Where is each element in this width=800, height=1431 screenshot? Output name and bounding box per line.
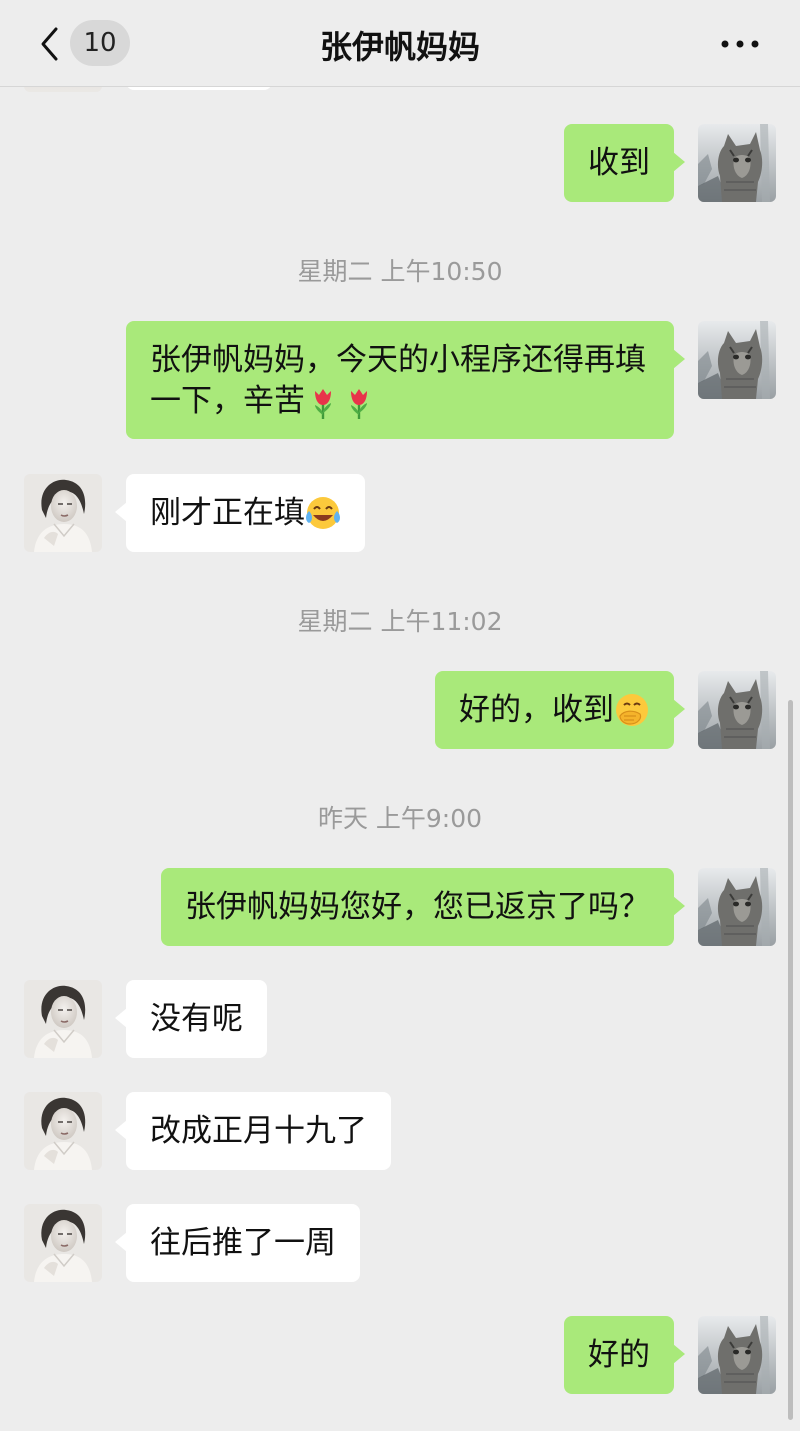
message-text: 刚才正在填: [150, 494, 305, 531]
cat-photo-avatar: [698, 671, 776, 749]
tears-of-joy-emoji: [305, 496, 341, 530]
cat-photo-avatar: [698, 321, 776, 399]
message-text: 往后推了一周: [150, 1224, 336, 1261]
my-message-bubble[interactable]: 好的，收到: [435, 671, 685, 749]
timestamp: 昨天 上午9:00: [317, 804, 483, 833]
message-text: 张伊帆妈妈您好，您已返京了吗？: [185, 888, 650, 925]
message-text: 好的，收到: [459, 691, 614, 728]
chat-scrollbar[interactable]: [788, 700, 793, 1420]
peer-avatar[interactable]: [24, 474, 102, 552]
cat-photo-avatar: [698, 1316, 776, 1394]
woman-portrait-avatar: [24, 1092, 102, 1170]
back-button[interactable]: [30, 24, 70, 64]
chevron-left-icon: [41, 27, 58, 61]
chat-title: 张伊帆妈妈: [319, 28, 480, 66]
more-button[interactable]: [712, 24, 768, 64]
tulip-emoji: [349, 387, 369, 420]
peer-message-bubble[interactable]: 刚才正在填: [115, 474, 365, 552]
chat-header: 10 张伊帆妈妈: [0, 0, 800, 87]
my-message-bubble[interactable]: 张伊帆妈妈，今天的小程序还得再填一下，辛苦: [126, 321, 685, 439]
more-dots-icon: [721, 40, 759, 48]
message-text-block: 张伊帆妈妈，今天的小程序还得再填一下，辛苦: [150, 340, 650, 422]
my-avatar[interactable]: [698, 321, 776, 399]
peer-message-bubble[interactable]: 没有呢: [115, 980, 267, 1058]
unread-count-badge[interactable]: 10: [70, 20, 130, 66]
peer-avatar[interactable]: [24, 1092, 102, 1170]
cat-photo-avatar: [698, 868, 776, 946]
my-message-bubble[interactable]: 收到: [564, 124, 685, 202]
my-message-bubble[interactable]: 张伊帆妈妈您好，您已返京了吗？: [161, 868, 685, 946]
peer-message-bubble[interactable]: 改成正月十九了: [115, 1092, 391, 1170]
my-avatar[interactable]: [698, 671, 776, 749]
peer-avatar[interactable]: [24, 1204, 102, 1282]
message-text: 收到: [588, 144, 650, 181]
message-text: 改成正月十九了: [150, 1112, 367, 1149]
woman-portrait-avatar: [24, 474, 102, 552]
hand-over-mouth-emoji: [615, 693, 649, 727]
message-text: 好的: [588, 1336, 650, 1373]
timestamp: 星期二 上午10:50: [297, 257, 503, 286]
timestamp: 星期二 上午11:02: [297, 607, 503, 636]
message-text: 张伊帆妈妈，今天的小程序还得再填一下，辛苦: [150, 342, 646, 419]
peer-avatar[interactable]: [24, 980, 102, 1058]
message-text: 没有呢: [150, 1000, 243, 1037]
cat-photo-avatar: [698, 124, 776, 202]
my-avatar[interactable]: [698, 124, 776, 202]
woman-portrait-avatar: [24, 980, 102, 1058]
my-avatar[interactable]: [698, 868, 776, 946]
my-message-bubble[interactable]: 好的: [564, 1316, 685, 1394]
my-avatar[interactable]: [698, 1316, 776, 1394]
peer-message-bubble[interactable]: 往后推了一周: [115, 1204, 360, 1282]
woman-portrait-avatar: [24, 1204, 102, 1282]
tulip-emoji: [313, 387, 333, 420]
